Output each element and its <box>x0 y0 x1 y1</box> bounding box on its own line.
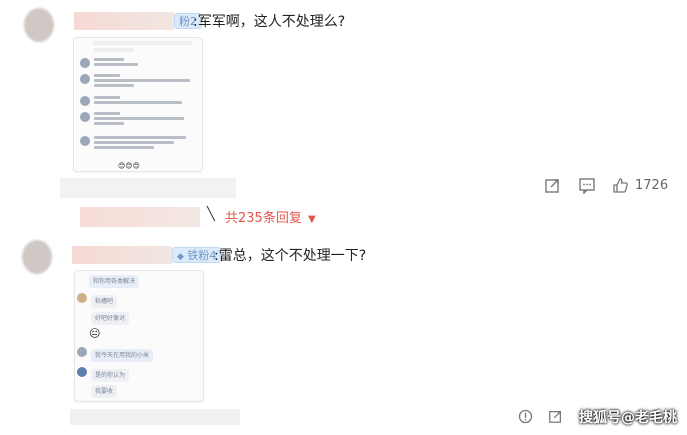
warning-icon <box>518 409 533 424</box>
username-blurred[interactable] <box>74 12 174 30</box>
timestamp-blurred <box>60 178 236 198</box>
share-button[interactable] <box>548 409 563 424</box>
comment-image[interactable]: 和你用各类解决 粘槽吧 好吧好像对 😐 我今天在用我的小米 是的你认为 我要收 <box>74 270 204 402</box>
share-icon <box>545 179 559 193</box>
image-header-text <box>94 41 192 45</box>
chat-message <box>80 74 190 87</box>
comment-icon <box>579 178 595 194</box>
like-count: 1726 <box>635 178 669 193</box>
chat-message <box>80 136 186 149</box>
watermark: 搜狐号@老毛桃 <box>579 410 677 426</box>
comment-button[interactable] <box>578 177 596 194</box>
report-button[interactable] <box>518 409 533 424</box>
thumbs-up-icon <box>613 178 628 193</box>
emoji-row: 😊😊😊 <box>118 162 140 170</box>
avatar[interactable] <box>24 8 54 42</box>
chat-bubble: 和你用各类解决 <box>89 275 140 288</box>
diamond-icon: ◆ <box>177 252 184 262</box>
username-blurred[interactable] <box>72 246 172 264</box>
replies-label: 共235条回复 <box>225 211 302 226</box>
timestamp-blurred <box>70 409 240 425</box>
chat-bubble: 是的你认为 <box>91 369 130 382</box>
like-button[interactable]: 1726 <box>612 177 668 194</box>
chat-bubble: 粘槽吧 <box>91 295 118 308</box>
comment-text: :军军啊，这人不处理么? <box>193 14 346 30</box>
chat-bubble: 好吧好像对 <box>91 312 130 325</box>
chat-message <box>80 58 138 68</box>
chat-bubble: 我要收 <box>91 385 118 398</box>
avatar[interactable] <box>22 240 52 274</box>
chat-bubble: 我今天在用我的小米 <box>91 349 154 362</box>
share-icon <box>549 411 561 423</box>
reply-user-blurred[interactable] <box>80 207 200 227</box>
comment-text: :雷总，这个不处理一下? <box>214 248 367 264</box>
image-header-text <box>94 48 134 52</box>
chat-message <box>80 112 184 125</box>
chat-message <box>77 367 91 377</box>
caret-down-icon: ▼ <box>307 214 316 225</box>
share-button[interactable] <box>544 177 561 194</box>
chat-message <box>80 96 182 106</box>
view-replies-link[interactable]: 共235条回复 ▼ <box>225 207 316 226</box>
emoji-icon: 😐 <box>89 327 101 340</box>
chat-message <box>77 347 91 357</box>
reply-arrow-icon: ╲ <box>207 207 215 222</box>
comment-image[interactable]: 😊😊😊 <box>73 37 203 172</box>
chat-message <box>77 293 91 303</box>
